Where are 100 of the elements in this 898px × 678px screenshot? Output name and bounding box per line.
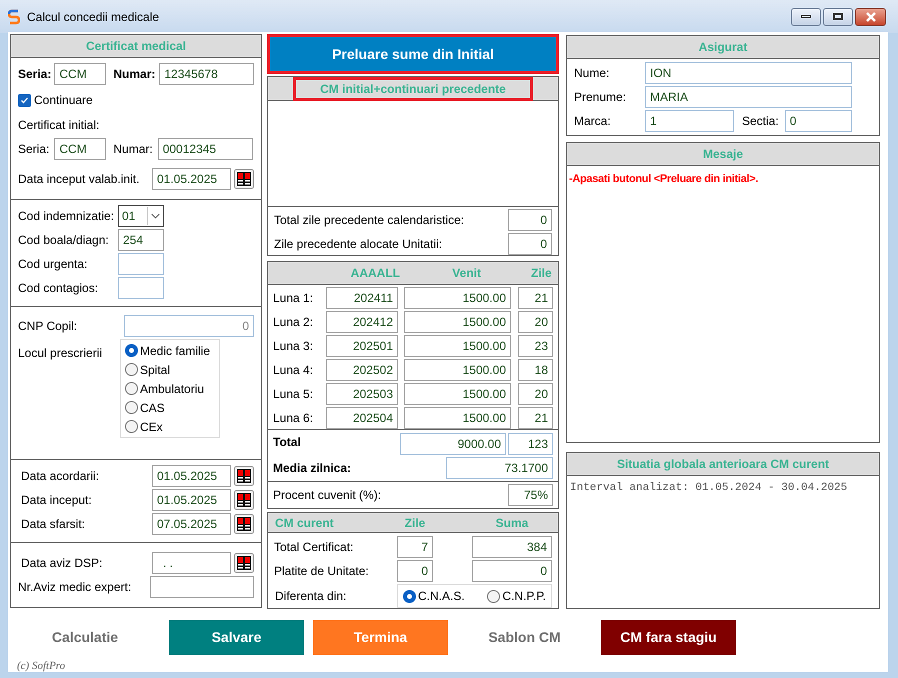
venit-field[interactable]: 1500.00	[404, 287, 511, 309]
column-header: Suma	[494, 514, 530, 532]
code-field[interactable]: 254	[118, 229, 164, 251]
marca-label: Marca:	[574, 114, 611, 128]
date-field[interactable]: 07.05.2025	[152, 513, 231, 535]
radio-button[interactable]	[125, 382, 138, 395]
period-field[interactable]: 202411	[326, 287, 398, 309]
luna-label: Luna 6:	[273, 411, 314, 425]
total-zile-field[interactable]: 123	[508, 433, 553, 455]
calendar-icon[interactable]	[234, 466, 254, 486]
code-field[interactable]	[118, 253, 164, 275]
seria-field[interactable]: CCM	[54, 138, 106, 160]
total-venit-field[interactable]: 9000.00	[400, 433, 506, 455]
maximize-button[interactable]	[823, 8, 853, 26]
checkbox[interactable]	[18, 94, 31, 106]
venit-field[interactable]: 1500.00	[404, 311, 511, 333]
zile-field[interactable]: 21	[518, 407, 553, 429]
calendar-icon[interactable]	[234, 169, 254, 189]
zile-field[interactable]: 20	[518, 311, 553, 333]
action-button[interactable]: CM fara stagiu	[601, 620, 736, 655]
date-field[interactable]: 01.05.2025	[152, 465, 231, 487]
venit-field[interactable]: 1500.00	[404, 359, 511, 381]
nume-field[interactable]: ION	[645, 62, 852, 84]
window-title: Calcul concedii medicale	[27, 8, 160, 26]
zile-field[interactable]: 0	[397, 560, 433, 582]
seria-field[interactable]: CCM	[54, 63, 106, 85]
suma-field[interactable]: 384	[472, 536, 552, 558]
numar-label: Numar:	[113, 141, 153, 158]
code-field[interactable]	[118, 277, 164, 299]
close-icon	[864, 12, 876, 22]
period-field[interactable]: 202503	[326, 383, 398, 405]
calendar-icon[interactable]	[234, 490, 254, 510]
numar-field[interactable]: 00012345	[158, 138, 253, 160]
prenume-field[interactable]: MARIA	[645, 86, 852, 108]
total-field[interactable]: 0	[508, 233, 552, 255]
period-field[interactable]: 202504	[326, 407, 398, 429]
aviz-expert-field[interactable]	[150, 576, 254, 598]
period-field[interactable]: 202412	[326, 311, 398, 333]
venit-field[interactable]: 1500.00	[404, 383, 511, 405]
luna-label: Luna 2:	[273, 315, 314, 329]
venit-field[interactable]: 1500.00	[404, 407, 511, 429]
zile-field[interactable]: 23	[518, 335, 553, 357]
seria-label: Seria:	[18, 141, 50, 158]
code-label: Cod boala/diagn:	[18, 233, 109, 247]
panel-header: CM initial+continuari precedente	[293, 76, 533, 100]
calendar-icon[interactable]	[234, 553, 254, 573]
total-label: Total	[273, 434, 301, 451]
code-label: Cod contagios:	[18, 281, 98, 295]
date-label: Data sfarsit:	[21, 516, 86, 533]
date-field[interactable]: 01.05.2025	[152, 168, 231, 190]
close-button[interactable]	[855, 8, 886, 26]
zile-field[interactable]: 20	[518, 383, 553, 405]
radio-label[interactable]: Spital	[140, 360, 170, 378]
procent-label: Procent cuvenit (%):	[273, 487, 382, 504]
radio-label[interactable]: C.N.P.P.	[502, 587, 546, 605]
zile-field[interactable]: 21	[518, 287, 553, 309]
zile-field[interactable]: 18	[518, 359, 553, 381]
marca-field[interactable]: 1	[645, 110, 734, 132]
venit-field[interactable]: 1500.00	[404, 335, 511, 357]
certificat-initial-label: Certificat initial:	[18, 117, 100, 134]
radio-button[interactable]	[487, 590, 500, 602]
period-field[interactable]: 202501	[326, 335, 398, 357]
radio-button[interactable]	[403, 590, 416, 602]
app-logo-icon	[8, 8, 20, 24]
radio-button[interactable]	[125, 401, 138, 414]
radio-label[interactable]: Ambulatoriu	[140, 380, 204, 398]
date-label: Data acordarii:	[21, 468, 100, 485]
luna-label: Luna 5:	[273, 387, 314, 401]
date-field[interactable]: 01.05.2025	[152, 489, 231, 511]
numar-field[interactable]: 12345678	[159, 63, 254, 85]
radio-button[interactable]	[125, 363, 138, 376]
radio-label[interactable]: C.N.A.S.	[418, 587, 465, 605]
data-inceput-label: Data inceput valab.init.	[18, 171, 140, 188]
preluare-button[interactable]: Preluare sume din Initial	[267, 34, 559, 74]
seria-label: Seria:	[18, 66, 52, 83]
date-label: Data inceput:	[21, 492, 92, 509]
suma-field[interactable]: 0	[472, 560, 552, 582]
column-header: AAAALL	[350, 265, 401, 282]
panel-header: Asigurat	[567, 36, 879, 59]
zile-field[interactable]: 7	[397, 536, 433, 558]
total-label: Total zile precedente calendaristice:	[274, 212, 464, 229]
date-field[interactable]: . .	[152, 552, 231, 574]
radio-button[interactable]	[125, 420, 138, 433]
period-field[interactable]: 202502	[326, 359, 398, 381]
panel-header: Mesaje	[567, 143, 879, 166]
radio-label[interactable]: Medic familie	[140, 342, 210, 360]
cnp-field[interactable]: 0	[124, 315, 254, 337]
total-field[interactable]: 0	[508, 209, 552, 231]
media-field[interactable]: 73.1700	[446, 457, 553, 479]
sectia-field[interactable]: 0	[784, 110, 852, 132]
minimize-button[interactable]	[791, 8, 821, 26]
radio-label[interactable]: CAS	[140, 398, 165, 416]
action-button[interactable]: Salvare	[169, 620, 304, 655]
procent-field[interactable]: 75%	[508, 484, 553, 506]
radio-label[interactable]: CEx	[140, 418, 163, 436]
calendar-icon[interactable]	[234, 514, 254, 534]
locul-label: Locul prescrierii	[18, 346, 102, 360]
code-dropdown[interactable]: 01	[118, 205, 164, 227]
radio-button[interactable]	[125, 344, 138, 357]
aviz-dsp-label: Data aviz DSP:	[21, 556, 102, 570]
